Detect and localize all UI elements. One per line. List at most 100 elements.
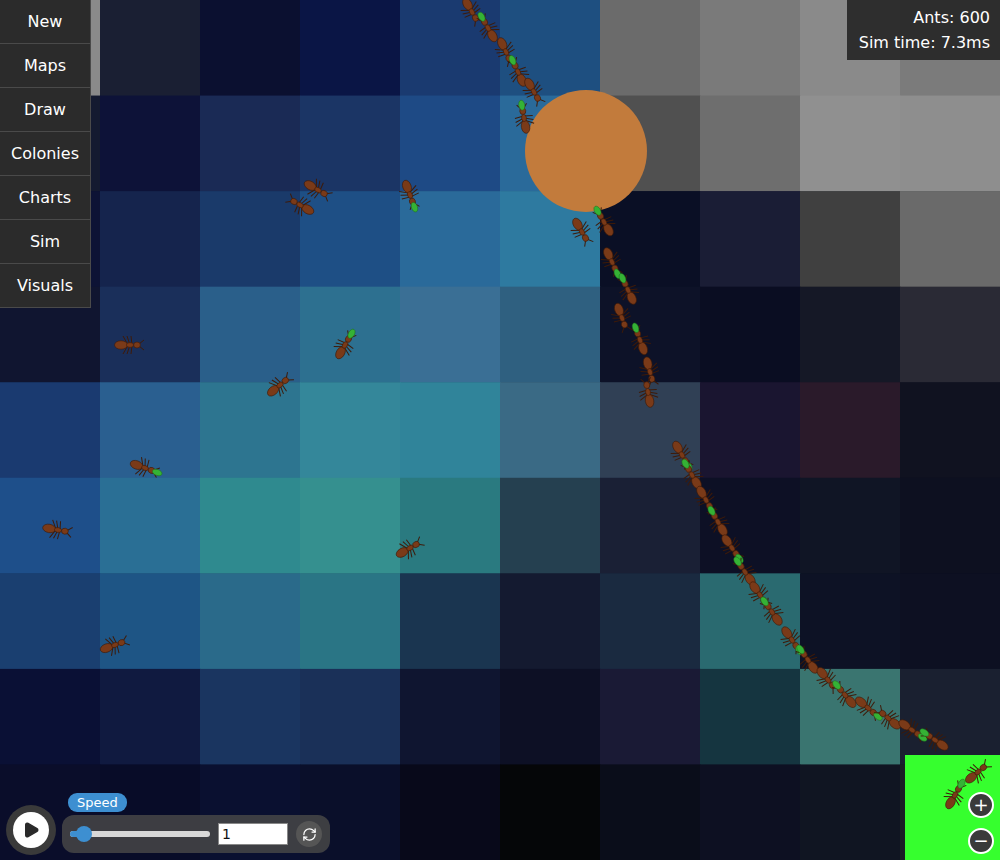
leaf-icon (795, 644, 806, 656)
ant (512, 99, 536, 135)
pheromone-cell (300, 382, 401, 478)
nest (525, 90, 647, 212)
pheromone-cell (900, 96, 1000, 192)
pheromone-cell (800, 191, 901, 287)
pheromone-cell (900, 669, 1000, 765)
leaf-icon (618, 272, 628, 284)
ant (262, 369, 296, 402)
pheromone-cell (300, 478, 401, 574)
pheromone-cell (500, 478, 601, 574)
menu-button[interactable]: Charts (0, 176, 91, 220)
menu-button[interactable]: Colonies (0, 132, 91, 176)
ant (701, 502, 733, 540)
zoom-button[interactable]: + (968, 792, 994, 818)
leaf-icon (592, 205, 602, 217)
ant (776, 622, 810, 660)
leaf-icon (831, 679, 842, 691)
stat-line: Ants: 600 (913, 8, 990, 27)
ant (491, 34, 520, 68)
leaf-icon (706, 505, 716, 517)
pheromone-cell (200, 478, 301, 574)
pheromone-cell (200, 0, 301, 96)
pheromone-cell (400, 191, 501, 287)
leaf-icon (680, 458, 690, 470)
ant (566, 214, 596, 249)
pheromone-cell (400, 382, 501, 478)
ant (587, 202, 619, 240)
speed-slider[interactable] (70, 831, 210, 837)
simulation-canvas[interactable] (0, 0, 1000, 860)
zoom-button[interactable]: − (968, 828, 994, 854)
pheromone-cell (0, 382, 101, 478)
ant (300, 174, 335, 204)
ant (115, 336, 145, 354)
pheromone-cell (0, 0, 101, 96)
ant (871, 702, 905, 735)
speed-input[interactable] (218, 823, 288, 845)
menu-button[interactable]: New (0, 0, 91, 44)
pheromone-cell (700, 287, 801, 383)
ant (690, 482, 720, 517)
play-button[interactable] (6, 805, 56, 855)
ant (41, 518, 73, 541)
pheromone-cell (200, 287, 301, 383)
pheromone-cell (200, 573, 301, 669)
ant (608, 300, 635, 334)
pheromone-cell (100, 96, 201, 192)
pheromone-cell (600, 382, 701, 478)
play-button-face (13, 812, 49, 848)
speed-slider-thumb[interactable] (76, 826, 92, 842)
ant (754, 592, 788, 630)
pheromone-cell (600, 669, 701, 765)
pheromone-cell (900, 287, 1000, 383)
ant (127, 454, 165, 482)
pheromone-cell (700, 96, 801, 192)
leaf-icon (518, 100, 526, 111)
pheromone-cell (0, 573, 101, 669)
pheromone-cell (800, 573, 901, 669)
ant (625, 320, 653, 358)
pheromone-cell (400, 478, 501, 574)
pheromone-cell (200, 191, 301, 287)
pheromone-cell (900, 191, 1000, 287)
pheromone-cell (600, 573, 701, 669)
ant (716, 530, 750, 568)
ant (850, 691, 887, 726)
ant (97, 632, 131, 659)
ant (666, 437, 698, 475)
pheromone-cell (800, 96, 901, 192)
ant (392, 533, 427, 563)
ant (612, 270, 642, 308)
ant (960, 756, 994, 789)
pheromone-cell (300, 573, 401, 669)
reset-speed-button[interactable] (296, 821, 322, 847)
refresh-icon (302, 827, 317, 842)
menu-button[interactable]: Draw (0, 88, 91, 132)
pheromone-map (0, 0, 1000, 860)
leaf-icon (151, 468, 162, 477)
pheromone-cell (100, 478, 201, 574)
pheromone-cell (200, 669, 301, 765)
pheromone-cell (600, 764, 701, 860)
speed-label: Speed (68, 793, 127, 812)
pheromone-cell (800, 382, 901, 478)
leaf-icon (508, 54, 518, 66)
menu-button[interactable]: Visuals (0, 264, 91, 308)
ant (396, 177, 424, 215)
pheromone-cell (300, 191, 401, 287)
pheromone-cell (0, 669, 101, 765)
pheromone-cell (500, 287, 601, 383)
ant (827, 675, 862, 712)
ant (894, 714, 932, 748)
stat-line: Sim time: 7.3ms (859, 33, 990, 52)
ant (744, 577, 776, 611)
menu-button[interactable]: Maps (0, 44, 91, 88)
pheromone-cell (700, 382, 801, 478)
leaf-icon (410, 201, 419, 212)
menu-button[interactable]: Sim (0, 220, 91, 264)
stats-panel: Ants: 600 Sim time: 7.3ms (847, 0, 1000, 60)
pheromone-cell (100, 287, 201, 383)
pheromone-cell (400, 573, 501, 669)
pheromone-cell (800, 764, 901, 860)
pheromone-cell (600, 478, 701, 574)
